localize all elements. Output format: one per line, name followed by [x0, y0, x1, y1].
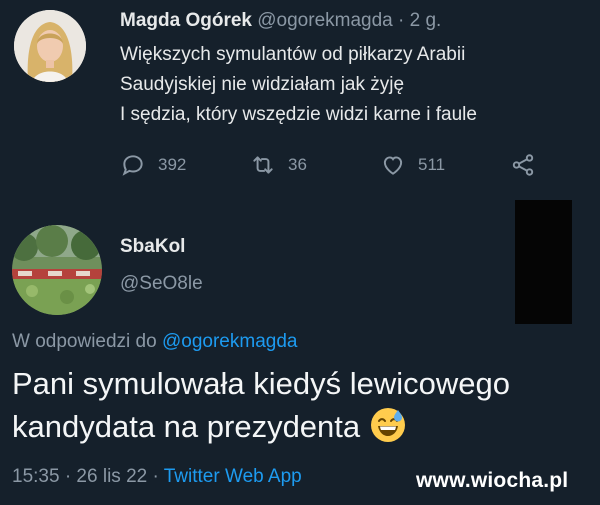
display-name[interactable]: Magda Ogórek [120, 10, 252, 31]
tweet-line: I sędzia, który wszędzie widzi karne i f… [120, 104, 477, 125]
retweet-count: 36 [288, 155, 307, 174]
mention-link[interactable]: @ogorekmagda [162, 331, 297, 352]
timestamp[interactable]: · 2 g. [398, 10, 441, 31]
reply-button[interactable]: 392 [120, 152, 186, 178]
tweet-line: Pani symulowała kiedyś lewicowego [12, 366, 510, 401]
replying-to: W odpowiedzi do @ogorekmagda [12, 331, 297, 353]
tweet-line: Saudyjskiej nie widziałam jak żyję [120, 74, 405, 95]
tweet-line-with-emoji: kandydata na prezydenta [12, 405, 510, 448]
share-button[interactable] [510, 152, 536, 178]
like-count: 511 [418, 155, 446, 174]
handle[interactable]: @ogorekmagda [257, 10, 392, 31]
original-tweet[interactable]: Magda Ogórek @ogorekmagda · 2 g. Większy… [0, 0, 600, 200]
reply-label: W odpowiedzi do [12, 331, 157, 352]
avatar[interactable] [12, 225, 102, 315]
handle[interactable]: @SeO8le [120, 273, 203, 295]
retweet-icon [250, 152, 276, 178]
tweet-actions: 392 36 511 [120, 148, 580, 184]
reply-count: 392 [158, 155, 187, 174]
tweet-text: Pani symulowała kiedyś lewicowego kandyd… [12, 362, 510, 448]
tweet-footer: 15:35 · 26 lis 22 · Twitter Web App [12, 466, 302, 488]
avatar[interactable] [14, 10, 86, 82]
source-app-link[interactable]: Twitter Web App [164, 466, 302, 487]
tweet-line: Większych symulantów od piłkarzy Arabii [120, 44, 466, 65]
like-button[interactable]: 511 [380, 152, 445, 178]
grinning-face-with-sweat-icon [370, 407, 406, 443]
redaction-block [515, 200, 572, 324]
reply-icon [120, 152, 146, 178]
display-name[interactable]: SbaKol [120, 236, 185, 258]
tweet-text: Większych symulantów od piłkarzy Arabii … [120, 40, 580, 130]
retweet-button[interactable]: 36 [250, 152, 307, 178]
tweet-timestamp[interactable]: 15:35 · 26 lis 22 · [12, 466, 159, 487]
user-photo-icon [14, 10, 86, 82]
share-icon [510, 152, 536, 178]
tweet-line: kandydata na prezydenta [12, 409, 361, 444]
tweet-header: Magda Ogórek @ogorekmagda · 2 g. [120, 10, 441, 32]
watermark: www.wiocha.pl [416, 469, 569, 492]
heart-icon [380, 152, 406, 178]
garden-photo-icon [12, 225, 102, 315]
